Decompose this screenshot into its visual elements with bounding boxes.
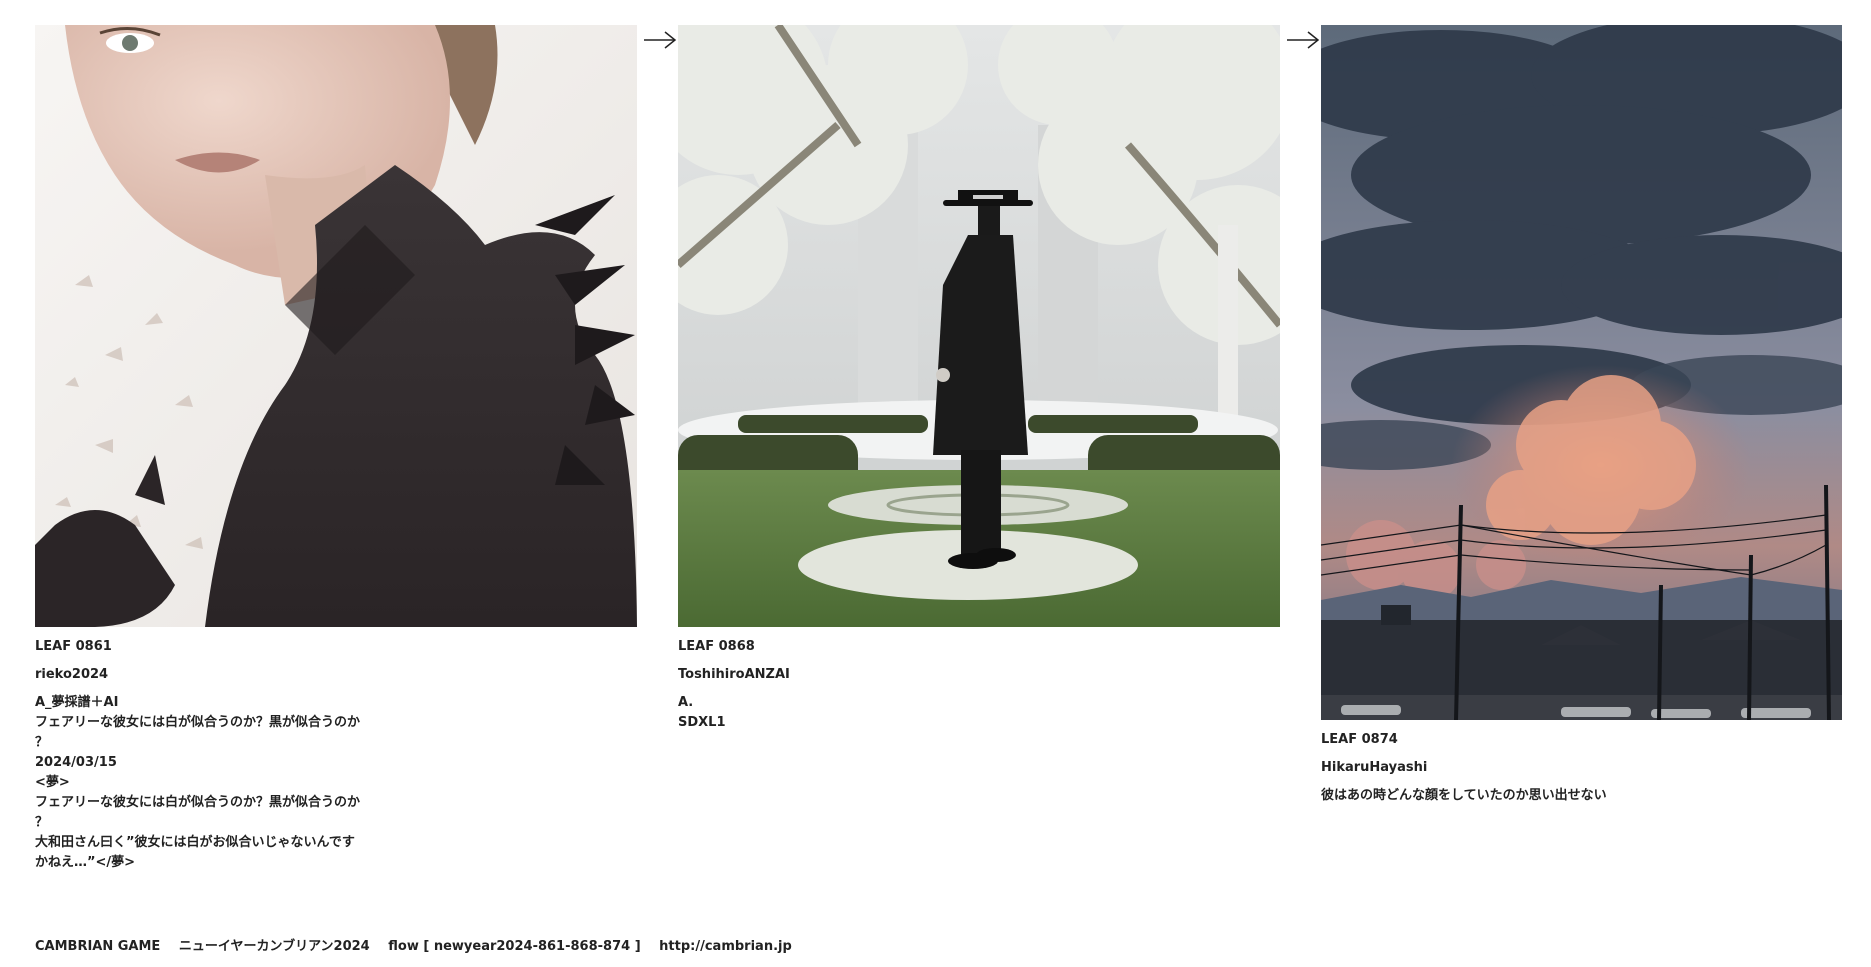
man-in-garden-illustration bbox=[678, 25, 1280, 627]
leaf-description-line: A_夢採譜＋AI bbox=[35, 695, 119, 710]
sunset-clouds-photo bbox=[1321, 25, 1842, 720]
leaf-card-0868: LEAF 0868 ToshihiroANZAI A. SDXL1 bbox=[678, 25, 1280, 733]
right-arrow-icon bbox=[644, 31, 677, 49]
leaf-author[interactable]: rieko2024 bbox=[35, 665, 637, 685]
leaf-description-line: 大和田さん曰く”彼女には白がお似合いじゃないんです bbox=[35, 835, 355, 850]
leaf-description-line: ？ bbox=[35, 815, 49, 830]
footer-flow-id: flow [ newyear2024-861-868-874 ] bbox=[388, 939, 641, 954]
footer-site-link[interactable]: http://cambrian.jp bbox=[659, 939, 792, 954]
footer-game-name[interactable]: CAMBRIAN GAME bbox=[35, 939, 160, 954]
leaf-meta-0861: LEAF 0861 rieko2024 A_夢採譜＋AI フェアリーな彼女には白… bbox=[35, 637, 637, 873]
leaf-author[interactable]: ToshihiroANZAI bbox=[678, 665, 1280, 685]
leaf-description-line: A. bbox=[678, 695, 694, 710]
leaf-description-line: <夢> bbox=[35, 775, 70, 790]
leaf-card-0874: LEAF 0874 HikaruHayashi 彼はあの時どんな顔をしていたのか… bbox=[1321, 25, 1842, 806]
leaf-description-line: ？ bbox=[35, 735, 49, 750]
cambrian-flow-page: LEAF 0861 rieko2024 A_夢採譜＋AI フェアリーな彼女には白… bbox=[0, 0, 1871, 967]
leaf-author[interactable]: HikaruHayashi bbox=[1321, 758, 1842, 778]
page-footer: CAMBRIAN GAME ニューイヤーカンブリアン2024 flow [ ne… bbox=[35, 935, 792, 954]
leaf-description-line: SDXL1 bbox=[678, 715, 726, 730]
leaf-image-man-in-garden[interactable] bbox=[678, 25, 1280, 627]
woman-portrait-illustration bbox=[35, 25, 637, 627]
leaf-image-sunset-clouds[interactable] bbox=[1321, 25, 1842, 720]
leaf-meta-0874: LEAF 0874 HikaruHayashi 彼はあの時どんな顔をしていたのか… bbox=[1321, 730, 1842, 806]
right-arrow-icon bbox=[1287, 31, 1320, 49]
leaf-description-line: かねえ…”</夢> bbox=[35, 855, 136, 870]
leaf-id-label[interactable]: LEAF 0861 bbox=[35, 637, 637, 657]
leaf-description-line: フェアリーな彼女には白が似合うのか？黒が似合うのか bbox=[35, 715, 361, 730]
leaf-meta-0868: LEAF 0868 ToshihiroANZAI A. SDXL1 bbox=[678, 637, 1280, 733]
leaf-description-line: 彼はあの時どんな顔をしていたのか思い出せない bbox=[1321, 788, 1607, 803]
leaf-id-label[interactable]: LEAF 0868 bbox=[678, 637, 1280, 657]
leaf-description-line: 2024/03/15 bbox=[35, 755, 117, 770]
leaf-image-woman-portrait[interactable] bbox=[35, 25, 637, 627]
leaf-id-label[interactable]: LEAF 0874 bbox=[1321, 730, 1842, 750]
footer-event-title[interactable]: ニューイヤーカンブリアン2024 bbox=[179, 939, 370, 954]
leaf-card-0861: LEAF 0861 rieko2024 A_夢採譜＋AI フェアリーな彼女には白… bbox=[35, 25, 637, 873]
leaf-description-line: フェアリーな彼女には白が似合うのか？黒が似合うのか bbox=[35, 795, 361, 810]
